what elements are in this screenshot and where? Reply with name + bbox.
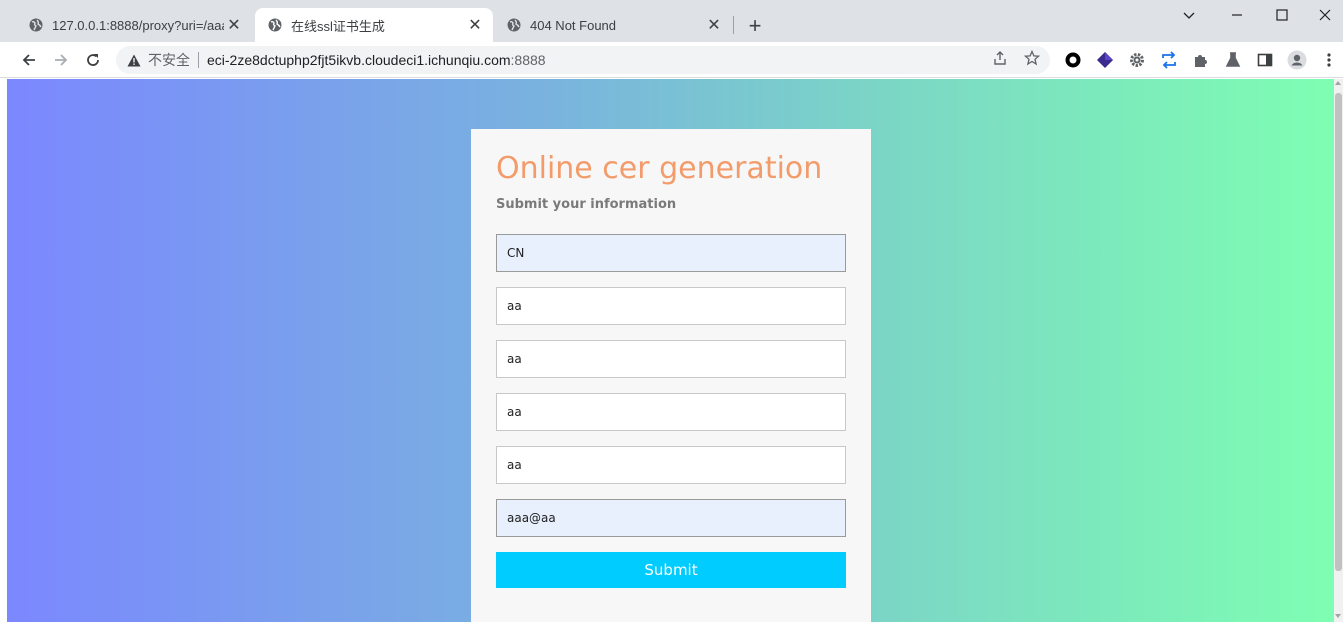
security-label[interactable]: 不安全: [148, 50, 190, 70]
tab-ssl-cert[interactable]: 在线ssl证书生成 ✕: [255, 8, 493, 42]
tab-strip: 127.0.0.1:8888/proxy?uri=/aaa ✕ 在线ssl证书生…: [0, 0, 1343, 42]
warning-icon[interactable]: [126, 52, 142, 68]
flask-icon[interactable]: [1223, 50, 1243, 70]
tab-search-icon[interactable]: [1167, 4, 1211, 26]
email-field[interactable]: [496, 499, 846, 537]
puzzle-icon[interactable]: [1191, 50, 1211, 70]
browser-toolbar: 不安全 eci-2ze8dctuphp2fjt5ikvb.cloudeci1.i…: [0, 42, 1343, 78]
omnibox-divider: [198, 52, 199, 68]
extension-diamond-icon[interactable]: [1095, 50, 1115, 70]
window-close-icon[interactable]: [1303, 4, 1343, 26]
tab-title: 在线ssl证书生成: [291, 18, 385, 34]
side-panel-icon[interactable]: [1255, 50, 1275, 70]
window-edge: [0, 79, 7, 628]
menu-icon[interactable]: [1319, 50, 1339, 70]
scroll-up-arrow-icon[interactable]: [1335, 81, 1341, 85]
organization-field[interactable]: [496, 393, 846, 431]
tab-title: 404 Not Found: [530, 17, 617, 33]
close-icon[interactable]: ✕: [704, 15, 724, 35]
tab-separator: [733, 16, 734, 34]
profile-icon[interactable]: [1287, 50, 1307, 70]
province-field[interactable]: [496, 287, 846, 325]
country-field[interactable]: [496, 234, 846, 272]
forward-icon[interactable]: [49, 48, 73, 72]
back-icon[interactable]: [17, 48, 41, 72]
city-field[interactable]: [496, 340, 846, 378]
tab-title: 127.0.0.1:8888/proxy?uri=/aaa: [52, 17, 224, 33]
minimize-icon[interactable]: [1215, 4, 1259, 26]
gear-icon[interactable]: [1127, 50, 1147, 70]
new-tab-button[interactable]: +: [743, 13, 767, 38]
share-icon[interactable]: [990, 48, 1010, 68]
globe-icon: [267, 17, 283, 33]
url-host[interactable]: eci-2ze8dctuphp2fjt5ikvb.cloudeci1.ichun…: [207, 52, 511, 68]
page-subtitle: Submit your information: [496, 197, 677, 212]
vertical-scrollbar[interactable]: [1334, 79, 1343, 622]
close-icon[interactable]: ✕: [465, 15, 485, 35]
extension-ring-icon[interactable]: [1063, 50, 1083, 70]
scroll-down-arrow-icon[interactable]: [1335, 614, 1341, 618]
globe-icon: [506, 17, 522, 33]
maximize-icon[interactable]: [1260, 4, 1304, 26]
star-icon[interactable]: [1022, 48, 1042, 68]
address-bar[interactable]: 不安全 eci-2ze8dctuphp2fjt5ikvb.cloudeci1.i…: [116, 46, 1050, 74]
url-port[interactable]: :8888: [511, 52, 546, 68]
common-name-field[interactable]: [496, 446, 846, 484]
tab-proxy[interactable]: 127.0.0.1:8888/proxy?uri=/aaa ✕: [16, 8, 252, 42]
page-title: Online cer generation: [496, 151, 823, 186]
reload-icon[interactable]: [81, 48, 105, 72]
submit-button[interactable]: Submit: [496, 552, 846, 588]
window-bottom-edge: [0, 622, 1343, 628]
scrollbar-thumb[interactable]: [1335, 93, 1342, 571]
form-card: Online cer generation Submit your inform…: [471, 129, 871, 622]
globe-icon: [28, 17, 44, 33]
sync-arrows-icon[interactable]: [1159, 50, 1179, 70]
close-icon[interactable]: ✕: [224, 15, 244, 35]
tab-404[interactable]: 404 Not Found ✕: [494, 8, 732, 42]
